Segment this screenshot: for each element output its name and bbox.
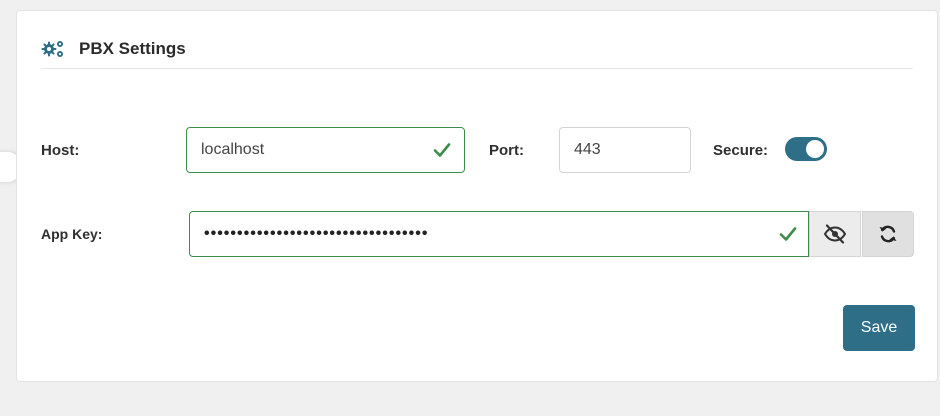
regenerate-key-button[interactable] [862,211,914,257]
gears-icon [41,39,65,59]
sync-icon [879,225,897,243]
host-input[interactable]: localhost [186,127,465,173]
secure-label: Secure: [713,142,769,159]
port-value: 443 [574,141,601,158]
port-label: Port: [489,142,524,159]
header-divider [41,68,913,69]
save-button[interactable]: Save [843,305,915,351]
panel-header: PBX Settings [41,37,186,61]
toggle-knob [806,140,824,158]
port-input[interactable]: 443 [559,127,691,173]
host-valid-check-icon [433,143,451,157]
app-key-input[interactable]: •••••••••••••••••••••••••••••••••• [189,211,809,257]
pbx-settings-card: PBX Settings Host: localhost Port: 443 S… [16,10,938,382]
host-label: Host: [41,142,80,159]
panel-title: PBX Settings [79,39,186,58]
app-key-value: •••••••••••••••••••••••••••••••••• [204,225,429,242]
eye-slash-icon [823,224,847,244]
secure-toggle[interactable] [785,137,827,161]
host-value: localhost [201,141,265,158]
app-key-label: App Key: [41,226,103,242]
app-key-valid-check-icon [779,227,797,241]
toggle-visibility-button[interactable] [809,211,861,257]
